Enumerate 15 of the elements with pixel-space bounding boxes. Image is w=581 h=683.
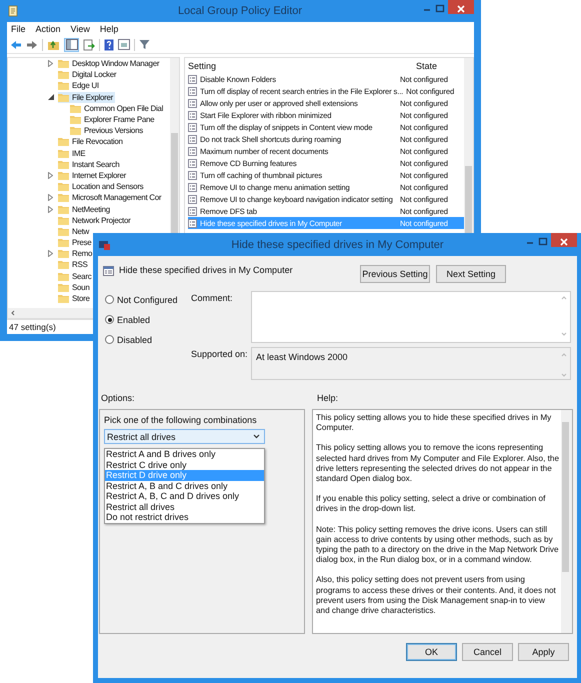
- window-title: Local Group Policy Editor: [176, 5, 304, 17]
- combo-label: Pick one of the following combinations: [104, 415, 258, 425]
- help-paragraph: This policy setting allows you to remove the icons representing selected hard drives from My Computer and File Explorer. Also, the drive letters representing the selected drives do not appear in the standard Open dialog box.: [316, 443, 559, 484]
- help-paragraph: Note: This policy setting removes the drive icons. Users can still gain access to drive contents by using other methods, such as by typing the path to a directory on the drive in the Map Network Drive dialog box, in the Run dialog box, or in a command window.: [316, 524, 559, 566]
- help-label: Help:: [317, 393, 338, 405]
- help-paragraph: If you enable this policy setting, select a drive or combination of drives in the drop-down list.: [316, 494, 546, 515]
- help-paragraph: Also, this policy setting does not prevent users from using programs to access these drives or their contents. And, it does not prevent users from using the Disk Management snap-in to view and change drive characteristics.: [316, 575, 557, 616]
- comment-label: Comment:: [191, 292, 234, 305]
- window-title: Hide these specified drives in My Computer: [230, 238, 445, 250]
- help-paragraph: This policy setting allows you to hide these specified drives in My Computer.: [316, 413, 552, 434]
- policy-title: Hide these specified drives in My Computer: [119, 265, 293, 275]
- options-label: Options:: [100, 393, 136, 405]
- supported-field: At least Windows 2000: [251, 347, 571, 380]
- status-text: 47 setting(s): [9, 322, 56, 332]
- supported-label: Supported on:: [191, 348, 249, 361]
